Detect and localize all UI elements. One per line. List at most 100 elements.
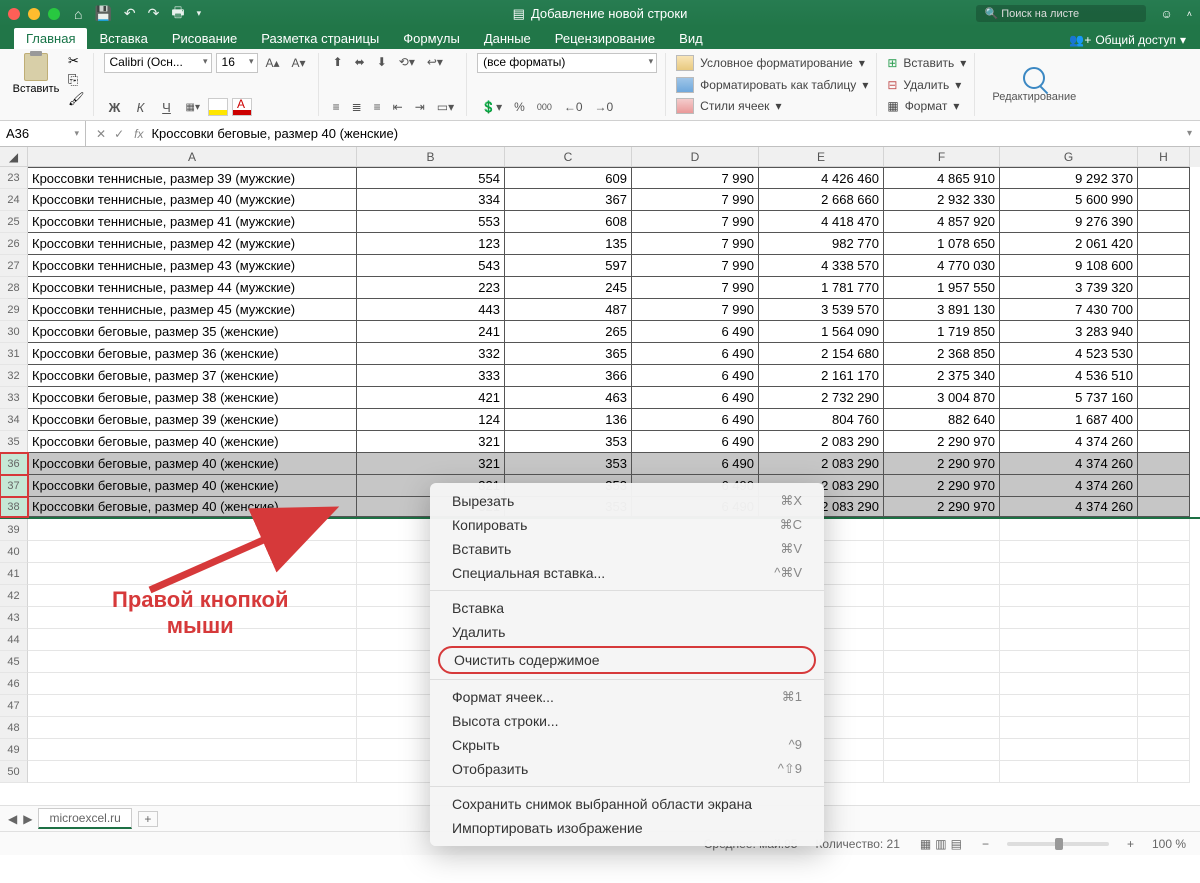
cell[interactable]: Кроссовки беговые, размер 37 (женские) — [28, 365, 357, 387]
search-input[interactable]: 🔍 Поиск на листе — [976, 5, 1146, 22]
cell[interactable]: 4 857 920 — [884, 211, 1000, 233]
cell[interactable] — [884, 519, 1000, 541]
cell[interactable] — [28, 761, 357, 783]
cell[interactable]: Кроссовки теннисные, размер 44 (мужские) — [28, 277, 357, 299]
cell[interactable]: Кроссовки беговые, размер 36 (женские) — [28, 343, 357, 365]
number-format-selector[interactable]: (все форматы) — [477, 53, 657, 73]
conditional-formatting-button[interactable]: Условное форматирование ▾ — [676, 53, 868, 73]
cell[interactable]: 9 108 600 — [1000, 255, 1138, 277]
ctx-show[interactable]: Отобразить^⇧9 — [430, 757, 824, 781]
cell[interactable] — [1138, 651, 1190, 673]
cell[interactable]: Кроссовки теннисные, размер 41 (мужские) — [28, 211, 357, 233]
tab-data[interactable]: Данные — [472, 28, 543, 49]
cell[interactable] — [1138, 717, 1190, 739]
row-header[interactable]: 47 — [0, 695, 28, 717]
ctx-insert[interactable]: Вставка — [430, 596, 824, 620]
cell[interactable]: 3 891 130 — [884, 299, 1000, 321]
orientation-icon[interactable]: ⟲▾ — [395, 53, 419, 71]
cell[interactable] — [1138, 519, 1190, 541]
row-header[interactable]: 31 — [0, 343, 28, 365]
cell[interactable] — [884, 651, 1000, 673]
cell[interactable]: 7 990 — [632, 211, 759, 233]
border-button[interactable]: ▦▾ — [182, 100, 204, 115]
cell[interactable]: Кроссовки беговые, размер 35 (женские) — [28, 321, 357, 343]
cell[interactable] — [28, 695, 357, 717]
cell[interactable]: 6 490 — [632, 453, 759, 475]
row-header[interactable]: 42 — [0, 585, 28, 607]
cell[interactable] — [1000, 651, 1138, 673]
row-header[interactable]: 28 — [0, 277, 28, 299]
cell[interactable]: 4 374 260 — [1000, 475, 1138, 497]
ctx-import-image[interactable]: Импортировать изображение — [430, 816, 824, 840]
ctx-cut[interactable]: Вырезать⌘X — [430, 489, 824, 513]
zoom-slider[interactable] — [1007, 842, 1109, 846]
tab-insert[interactable]: Вставка — [87, 28, 159, 49]
cell[interactable] — [884, 563, 1000, 585]
ctx-copy[interactable]: Копировать⌘C — [430, 513, 824, 537]
row-header[interactable]: 45 — [0, 651, 28, 673]
ctx-hide[interactable]: Скрыть^9 — [430, 733, 824, 757]
cell[interactable]: 4 523 530 — [1000, 343, 1138, 365]
cell[interactable]: 543 — [357, 255, 505, 277]
row-header[interactable]: 37 — [0, 475, 28, 497]
select-all-corner[interactable]: ◢ — [0, 147, 28, 167]
cell[interactable] — [1138, 343, 1190, 365]
cell[interactable] — [1000, 563, 1138, 585]
cell[interactable]: 7 990 — [632, 167, 759, 189]
cell[interactable]: 2 290 970 — [884, 475, 1000, 497]
cell[interactable] — [884, 717, 1000, 739]
indent-dec-icon[interactable]: ⇤ — [389, 98, 407, 116]
align-bottom-icon[interactable]: ⬇ — [373, 53, 391, 71]
cell[interactable]: 597 — [505, 255, 632, 277]
cell[interactable] — [28, 717, 357, 739]
bold-button[interactable]: Ж — [104, 100, 126, 115]
align-right-icon[interactable]: ≡ — [370, 98, 385, 116]
cell[interactable] — [1138, 277, 1190, 299]
cell[interactable] — [1000, 761, 1138, 783]
cell[interactable]: 3 004 870 — [884, 387, 1000, 409]
cell[interactable]: 5 737 160 — [1000, 387, 1138, 409]
cell[interactable]: 321 — [357, 453, 505, 475]
save-icon[interactable]: 💾 — [94, 5, 111, 22]
cell[interactable]: 4 865 910 — [884, 167, 1000, 189]
cell[interactable] — [1138, 167, 1190, 189]
cell[interactable]: 4 374 260 — [1000, 497, 1138, 517]
col-header-F[interactable]: F — [884, 147, 1000, 167]
tab-formulas[interactable]: Формулы — [391, 28, 472, 49]
cell[interactable] — [1138, 585, 1190, 607]
row-header[interactable]: 35 — [0, 431, 28, 453]
cell[interactable] — [884, 607, 1000, 629]
cell[interactable]: Кроссовки теннисные, размер 39 (мужские) — [28, 167, 357, 189]
format-painter-icon[interactable]: 🖌 — [68, 91, 85, 107]
tab-home[interactable]: Главная — [14, 28, 87, 49]
cell[interactable] — [1000, 585, 1138, 607]
cell[interactable]: 2 083 290 — [759, 431, 884, 453]
share-button[interactable]: 👥+ Общий доступ ▾ — [1069, 33, 1186, 49]
cell[interactable]: 1 719 850 — [884, 321, 1000, 343]
row-header[interactable]: 50 — [0, 761, 28, 783]
cell[interactable]: 2 668 660 — [759, 189, 884, 211]
ctx-delete[interactable]: Удалить — [430, 620, 824, 644]
row-header[interactable]: 23 — [0, 167, 28, 189]
row-header[interactable]: 34 — [0, 409, 28, 431]
cell[interactable] — [28, 673, 357, 695]
cell[interactable]: 1 957 550 — [884, 277, 1000, 299]
redo-icon[interactable]: ↷ — [148, 5, 160, 22]
cell[interactable] — [1138, 211, 1190, 233]
insert-cells-button[interactable]: ⊞Вставить ▾ — [887, 53, 966, 73]
close-window[interactable] — [8, 8, 20, 20]
cell[interactable] — [1138, 475, 1190, 497]
cell[interactable] — [1000, 629, 1138, 651]
cancel-formula-icon[interactable]: ✕ — [96, 127, 106, 141]
undo-icon[interactable]: ↶ — [124, 5, 136, 22]
font-color-button[interactable]: А — [232, 98, 252, 116]
align-middle-icon[interactable]: ⬌ — [351, 53, 369, 71]
cell[interactable]: 4 536 510 — [1000, 365, 1138, 387]
italic-button[interactable]: К — [130, 100, 152, 115]
copy-icon[interactable]: ⎘ — [68, 72, 85, 88]
dec-decimal-icon[interactable]: →0 — [591, 98, 618, 116]
cell[interactable]: 1 564 090 — [759, 321, 884, 343]
cell[interactable]: 353 — [505, 431, 632, 453]
cell[interactable] — [1138, 431, 1190, 453]
cell[interactable]: Кроссовки беговые, размер 38 (женские) — [28, 387, 357, 409]
